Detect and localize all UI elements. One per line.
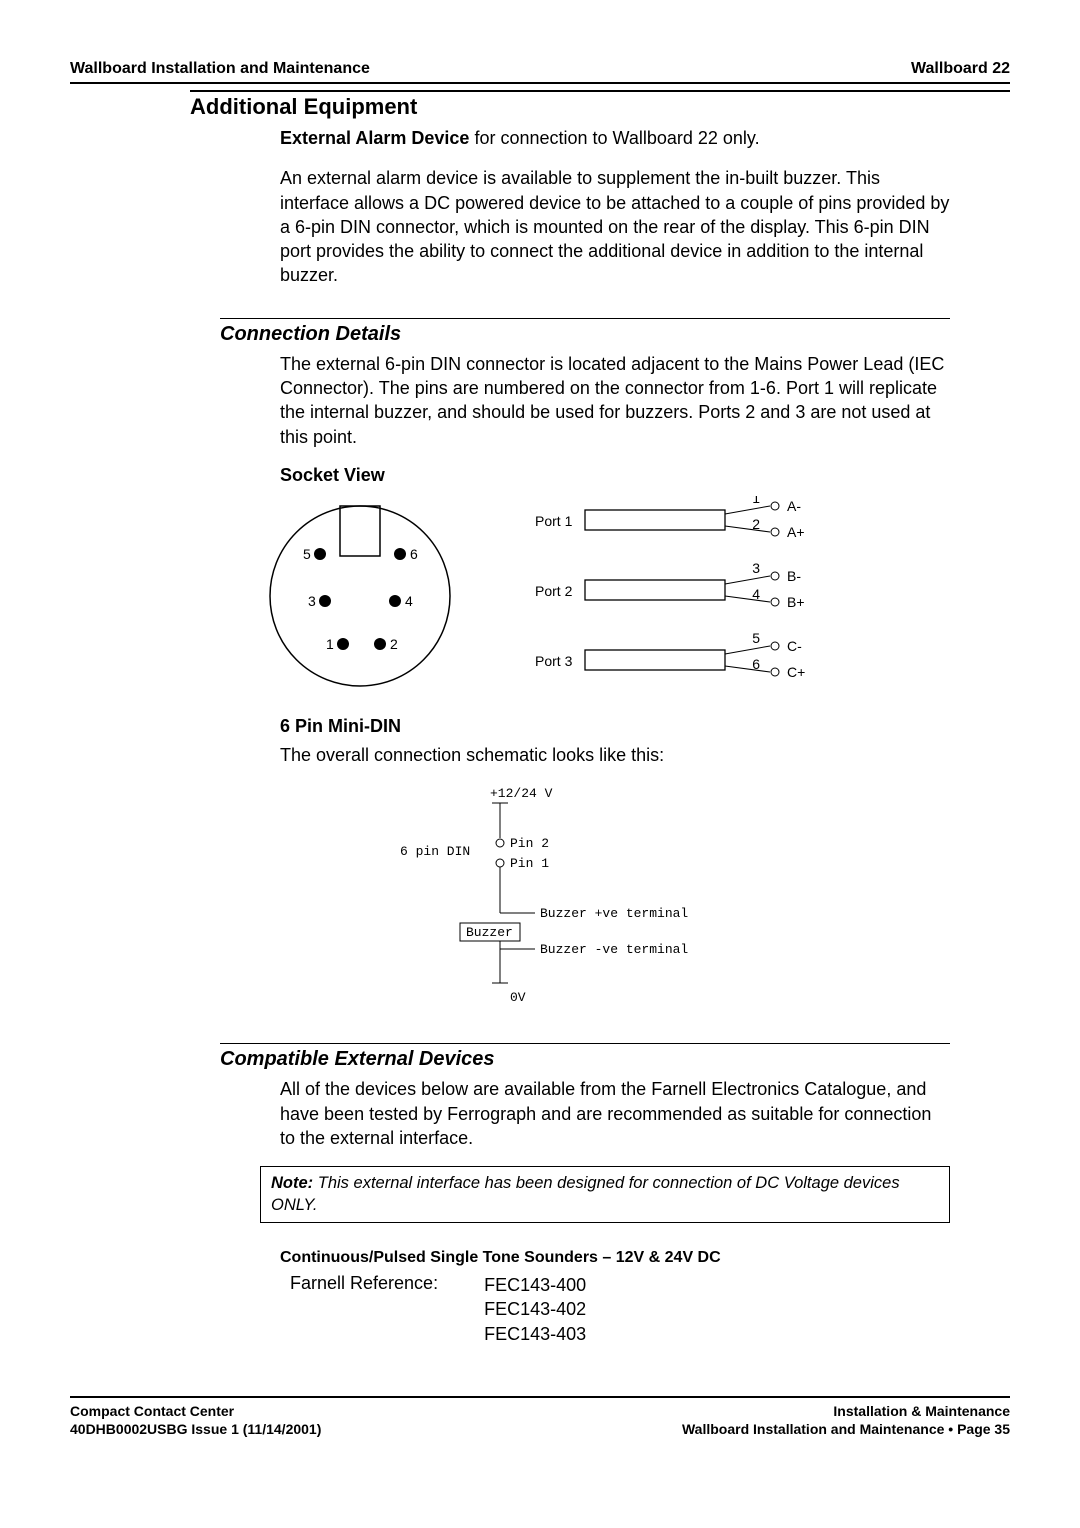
connection-paragraph: The external 6-pin DIN connector is loca… — [280, 352, 950, 449]
footer-left-1: Compact Contact Center — [70, 1402, 321, 1420]
socket-diagram-row: 5 6 3 4 1 2 Port 1 1 A- 2 A+ Port — [70, 496, 1010, 696]
external-alarm-line: External Alarm Device for connection to … — [280, 126, 950, 150]
pin-5-label: 5 — [303, 546, 311, 562]
schematic-neg: Buzzer -ve terminal — [540, 942, 688, 957]
port1-top-sig: A- — [787, 498, 801, 514]
external-alarm-rest: for connection to Wallboard 22 only. — [469, 128, 759, 148]
connection-schematic: +12/24 V Pin 2 Pin 1 6 pin DIN Buzzer +v… — [360, 783, 720, 1013]
body-additional-equipment: External Alarm Device for connection to … — [280, 126, 950, 288]
schematic-row: +12/24 V Pin 2 Pin 1 6 pin DIN Buzzer +v… — [70, 783, 1010, 1013]
port3-bot-sig: C+ — [787, 664, 805, 680]
body-connection-details: The external 6-pin DIN connector is loca… — [280, 352, 950, 449]
port2-bot-sig: B+ — [787, 594, 805, 610]
pin-4-label: 4 — [405, 593, 413, 609]
farnell-ref-label: Farnell Reference: — [290, 1273, 438, 1346]
pin-1-label: 1 — [326, 636, 334, 652]
note-text: This external interface has been designe… — [271, 1174, 900, 1213]
schematic-pin2: Pin 2 — [510, 836, 549, 851]
port2-label: Port 2 — [535, 583, 573, 599]
section-rule — [190, 90, 1010, 92]
schematic-vbot: 0V — [510, 990, 526, 1005]
port3-bot-num: 6 — [752, 656, 760, 672]
footer-left-2: 40DHB0002USBG Issue 1 (11/14/2001) — [70, 1420, 321, 1438]
port3-top-num: 5 — [752, 630, 760, 646]
port3-top-sig: C- — [787, 638, 802, 654]
external-alarm-bold: External Alarm Device — [280, 128, 469, 148]
footer-right: Installation & Maintenance Wallboard Ins… — [682, 1402, 1010, 1438]
port1-bot-sig: A+ — [787, 524, 805, 540]
schematic-pin1: Pin 1 — [510, 856, 549, 871]
sub-rule-connection — [220, 318, 950, 319]
pin-2-label: 2 — [390, 636, 398, 652]
footer-right-1: Installation & Maintenance — [682, 1402, 1010, 1420]
schematic-vtop: +12/24 V — [490, 786, 553, 801]
running-header: Wallboard Installation and Maintenance W… — [70, 60, 1010, 84]
note-box: Note: This external interface has been d… — [260, 1166, 950, 1223]
port2-top-num: 3 — [752, 560, 760, 576]
port1-label: Port 1 — [535, 513, 573, 529]
port1-top-num: 1 — [752, 496, 760, 506]
farnell-ref-values: FEC143-400 FEC143-402 FEC143-403 — [484, 1273, 586, 1346]
sub-rule-compat — [220, 1043, 950, 1044]
schematic-intro: The overall connection schematic looks l… — [280, 743, 950, 767]
sub-heading-compat-devices: Compatible External Devices — [220, 1048, 1010, 1071]
compat-paragraph: All of the devices below are available f… — [280, 1077, 950, 1150]
running-footer: Compact Contact Center 40DHB0002USBG Iss… — [70, 1396, 1010, 1438]
header-left: Wallboard Installation and Maintenance — [70, 60, 370, 78]
port2-top-sig: B- — [787, 568, 801, 584]
schematic-buzzer: Buzzer — [466, 925, 513, 940]
footer-right-2: Wallboard Installation and Maintenance •… — [682, 1420, 1010, 1438]
schematic-intro-block: The overall connection schematic looks l… — [280, 743, 950, 767]
port2-bot-num: 4 — [752, 586, 760, 602]
footer-left: Compact Contact Center 40DHB0002USBG Iss… — [70, 1402, 321, 1438]
farnell-ref-3: FEC143-403 — [484, 1322, 586, 1346]
section-heading-additional-equipment: Additional Equipment — [190, 94, 1010, 120]
ports-diagram: Port 1 1 A- 2 A+ Port 2 3 B- 4 B+ Port 3 — [535, 496, 835, 696]
sounders-heading: Continuous/Pulsed Single Tone Sounders –… — [280, 1249, 1010, 1267]
six-pin-minidin-label: 6 Pin Mini-DIN — [280, 716, 1010, 737]
schematic-din: 6 pin DIN — [400, 844, 470, 859]
schematic-pos: Buzzer +ve terminal — [540, 906, 688, 921]
farnell-ref-2: FEC143-402 — [484, 1297, 586, 1321]
page: Wallboard Installation and Maintenance W… — [0, 0, 1080, 1478]
farnell-ref-1: FEC143-400 — [484, 1273, 586, 1297]
pin-6-label: 6 — [410, 546, 418, 562]
farnell-ref-row: Farnell Reference: FEC143-400 FEC143-402… — [290, 1273, 1010, 1346]
port1-bot-num: 2 — [752, 516, 760, 532]
socket-view-label: Socket View — [280, 465, 1010, 486]
note-label: Note: — [271, 1174, 313, 1192]
socket-view-diagram: 5 6 3 4 1 2 — [245, 496, 475, 696]
sub-heading-connection-details: Connection Details — [220, 323, 1010, 346]
header-right: Wallboard 22 — [911, 60, 1010, 78]
external-alarm-paragraph: An external alarm device is available to… — [280, 166, 950, 287]
port3-label: Port 3 — [535, 653, 573, 669]
body-compat: All of the devices below are available f… — [280, 1077, 950, 1150]
pin-3-label: 3 — [308, 593, 316, 609]
